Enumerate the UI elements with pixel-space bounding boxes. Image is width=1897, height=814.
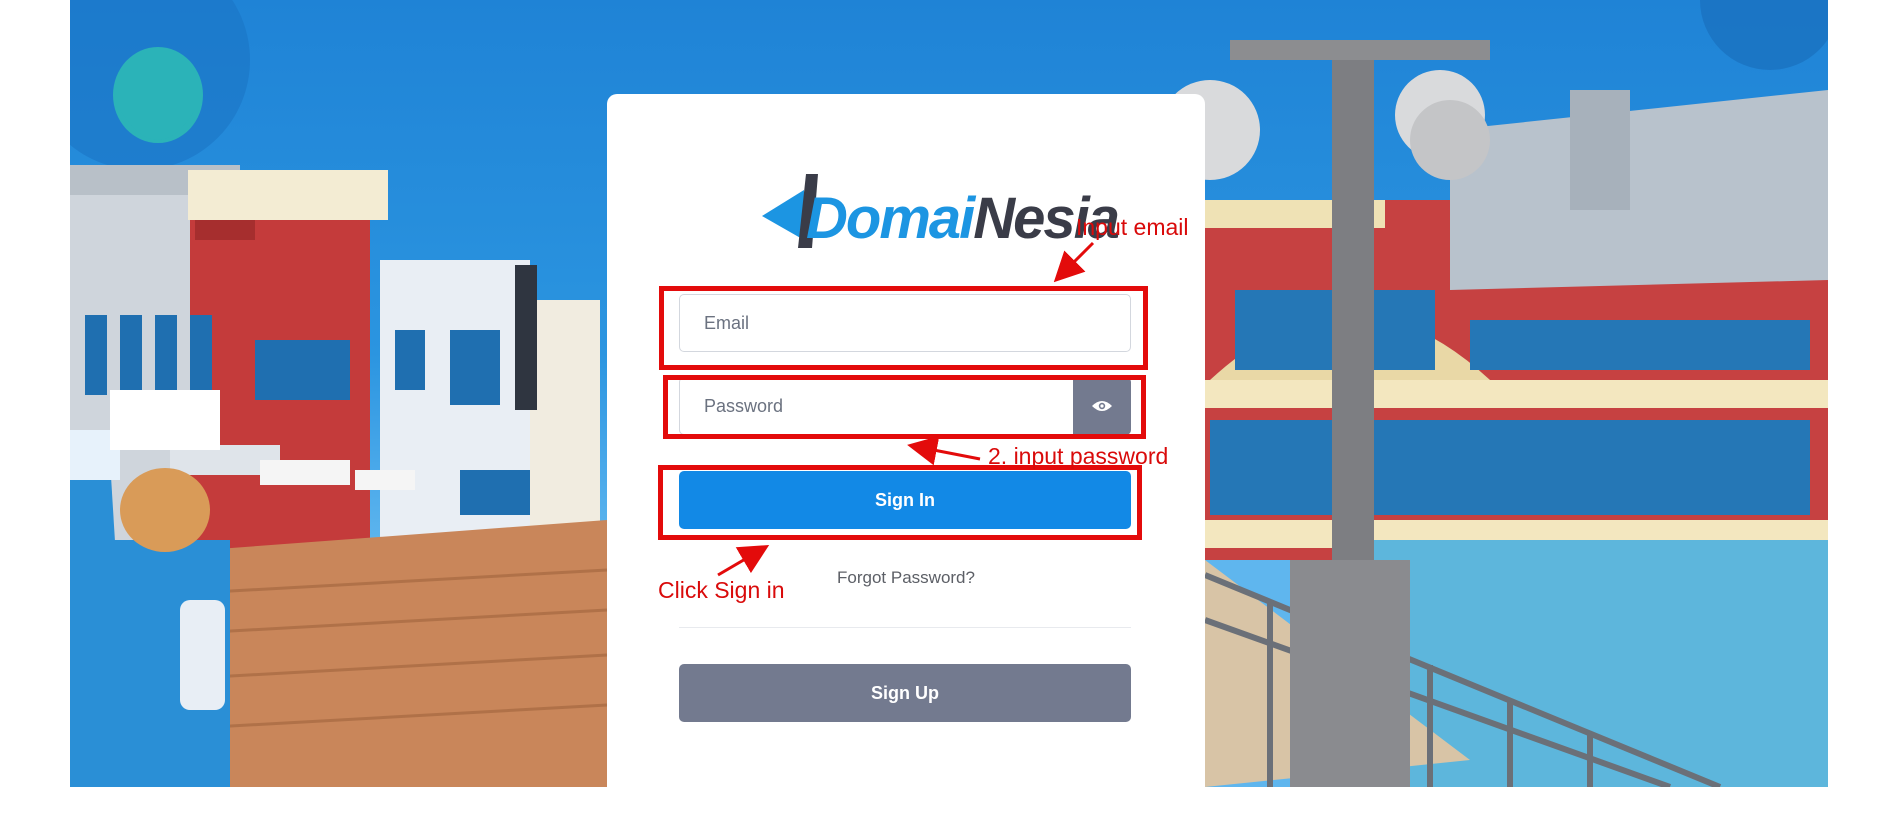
signin-annotation: Click Sign in	[658, 577, 785, 603]
email-annotation: Input email	[1076, 214, 1189, 240]
password-annotation: 2. input password	[988, 443, 1169, 469]
email-highlight-box	[659, 286, 1148, 370]
password-highlight-box	[663, 375, 1146, 439]
sign-up-button[interactable]: Sign Up	[679, 664, 1131, 722]
domainesia-logo: DomaiNesia	[762, 174, 1120, 264]
divider	[679, 627, 1131, 628]
signin-highlight-box	[658, 465, 1142, 540]
